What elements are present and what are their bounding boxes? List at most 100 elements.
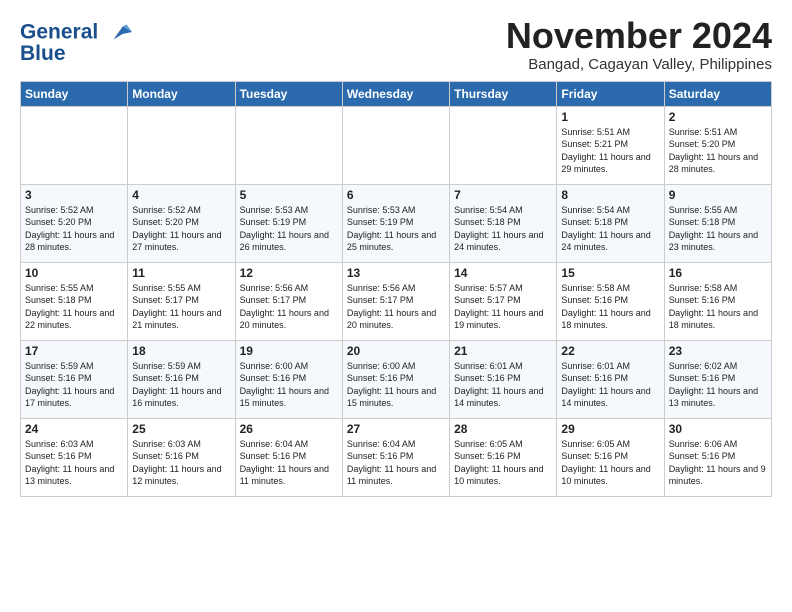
day-info: Sunrise: 5:58 AM Sunset: 5:16 PM Dayligh… [669,282,767,332]
week-row-3: 10Sunrise: 5:55 AM Sunset: 5:18 PM Dayli… [21,262,772,340]
day-cell: 4 Sunrise: 5:52 AM Sunset: 5:20 PM Daylig… [128,184,235,262]
day-cell: 25 Sunrise: 6:03 AM Sunset: 5:16 PM Dayli… [128,418,235,496]
day-info: Sunrise: 5:54 AM Sunset: 5:18 PM Dayligh… [561,204,659,254]
day-number: 21 [454,344,552,358]
calendar-body: 1 Sunrise: 5:51 AM Sunset: 5:21 PM Daylig… [21,106,772,496]
day-number: 28 [454,422,552,436]
day-cell: 2 Sunrise: 5:51 AM Sunset: 5:20 PM Daylig… [664,106,771,184]
col-sunday: Sunday [21,81,128,106]
day-info: Sunrise: 6:05 AM Sunset: 5:16 PM Dayligh… [454,438,552,488]
day-number: 23 [669,344,767,358]
day-cell: 5Sunrise: 5:53 AM Sunset: 5:19 PM Daylig… [235,184,342,262]
day-number: 18 [132,344,230,358]
day-info: Sunrise: 6:03 AM Sunset: 5:16 PM Dayligh… [132,438,230,488]
day-info: Sunrise: 5:51 AM Sunset: 5:21 PM Dayligh… [561,126,659,176]
day-info: Sunrise: 5:55 AM Sunset: 5:17 PM Dayligh… [132,282,230,332]
day-number: 26 [240,422,338,436]
logo: General Blue [20,20,134,66]
day-cell: 22 Sunrise: 6:01 AM Sunset: 5:16 PM Dayli… [557,340,664,418]
day-info: Sunrise: 5:59 AM Sunset: 5:16 PM Dayligh… [132,360,230,410]
day-info: Sunrise: 6:06 AM Sunset: 5:16 PM Dayligh… [669,438,767,488]
day-cell [342,106,449,184]
day-info: Sunrise: 5:52 AM Sunset: 5:20 PM Dayligh… [25,204,123,254]
day-info: Sunrise: 6:02 AM Sunset: 5:16 PM Dayligh… [669,360,767,410]
day-info: Sunrise: 6:01 AM Sunset: 5:16 PM Dayligh… [454,360,552,410]
day-info: Sunrise: 5:53 AM Sunset: 5:19 PM Dayligh… [347,204,445,254]
day-number: 2 [669,110,767,124]
day-info: Sunrise: 6:04 AM Sunset: 5:16 PM Dayligh… [240,438,338,488]
day-cell: 19 Sunrise: 6:00 AM Sunset: 5:16 PM Dayli… [235,340,342,418]
day-info: Sunrise: 6:03 AM Sunset: 5:16 PM Dayligh… [25,438,123,488]
day-number: 10 [25,266,123,280]
day-cell: 15 Sunrise: 5:58 AM Sunset: 5:16 PM Dayli… [557,262,664,340]
day-cell: 12 Sunrise: 5:56 AM Sunset: 5:17 PM Dayli… [235,262,342,340]
col-friday: Friday [557,81,664,106]
col-tuesday: Tuesday [235,81,342,106]
day-number: 8 [561,188,659,202]
day-number: 3 [25,188,123,202]
day-cell [450,106,557,184]
day-cell: 28 Sunrise: 6:05 AM Sunset: 5:16 PM Dayli… [450,418,557,496]
day-cell: 17 Sunrise: 5:59 AM Sunset: 5:16 PM Dayli… [21,340,128,418]
day-info: Sunrise: 5:52 AM Sunset: 5:20 PM Dayligh… [132,204,230,254]
day-cell: 10Sunrise: 5:55 AM Sunset: 5:18 PM Dayli… [21,262,128,340]
day-info: Sunrise: 5:53 AM Sunset: 5:19 PM Dayligh… [240,204,338,254]
day-cell: 8 Sunrise: 5:54 AM Sunset: 5:18 PM Daylig… [557,184,664,262]
day-cell: 21 Sunrise: 6:01 AM Sunset: 5:16 PM Dayli… [450,340,557,418]
title-block: November 2024 Bangad, Cagayan Valley, Ph… [506,16,772,73]
day-number: 17 [25,344,123,358]
day-info: Sunrise: 5:59 AM Sunset: 5:16 PM Dayligh… [25,360,123,410]
day-number: 6 [347,188,445,202]
day-number: 25 [132,422,230,436]
month-title: November 2024 [506,16,772,56]
day-cell: 30Sunrise: 6:06 AM Sunset: 5:16 PM Dayli… [664,418,771,496]
logo-bird-icon [106,18,134,46]
header: General Blue November 2024 Bangad, Cagay… [20,16,772,73]
day-number: 1 [561,110,659,124]
day-cell: 9Sunrise: 5:55 AM Sunset: 5:18 PM Daylig… [664,184,771,262]
day-cell: 7 Sunrise: 5:54 AM Sunset: 5:18 PM Daylig… [450,184,557,262]
day-number: 7 [454,188,552,202]
day-cell [128,106,235,184]
day-number: 4 [132,188,230,202]
day-info: Sunrise: 5:56 AM Sunset: 5:17 PM Dayligh… [240,282,338,332]
header-row: Sunday Monday Tuesday Wednesday Thursday… [21,81,772,106]
day-cell: 29Sunrise: 6:05 AM Sunset: 5:16 PM Dayli… [557,418,664,496]
day-cell: 14 Sunrise: 5:57 AM Sunset: 5:17 PM Dayli… [450,262,557,340]
page: General Blue November 2024 Bangad, Cagay… [0,0,792,507]
day-cell [235,106,342,184]
day-number: 9 [669,188,767,202]
day-cell [21,106,128,184]
col-monday: Monday [128,81,235,106]
day-info: Sunrise: 5:51 AM Sunset: 5:20 PM Dayligh… [669,126,767,176]
day-number: 22 [561,344,659,358]
day-info: Sunrise: 6:01 AM Sunset: 5:16 PM Dayligh… [561,360,659,410]
day-cell: 16Sunrise: 5:58 AM Sunset: 5:16 PM Dayli… [664,262,771,340]
week-row-5: 24Sunrise: 6:03 AM Sunset: 5:16 PM Dayli… [21,418,772,496]
col-wednesday: Wednesday [342,81,449,106]
week-row-1: 1 Sunrise: 5:51 AM Sunset: 5:21 PM Daylig… [21,106,772,184]
day-cell: 3 Sunrise: 5:52 AM Sunset: 5:20 PM Daylig… [21,184,128,262]
day-cell: 18 Sunrise: 5:59 AM Sunset: 5:16 PM Dayli… [128,340,235,418]
day-info: Sunrise: 5:58 AM Sunset: 5:16 PM Dayligh… [561,282,659,332]
col-saturday: Saturday [664,81,771,106]
day-number: 13 [347,266,445,280]
week-row-2: 3 Sunrise: 5:52 AM Sunset: 5:20 PM Daylig… [21,184,772,262]
day-info: Sunrise: 6:05 AM Sunset: 5:16 PM Dayligh… [561,438,659,488]
day-cell: 6 Sunrise: 5:53 AM Sunset: 5:19 PM Daylig… [342,184,449,262]
col-thursday: Thursday [450,81,557,106]
calendar-header: Sunday Monday Tuesday Wednesday Thursday… [21,81,772,106]
day-number: 15 [561,266,659,280]
day-cell: 11Sunrise: 5:55 AM Sunset: 5:17 PM Dayli… [128,262,235,340]
day-number: 12 [240,266,338,280]
day-info: Sunrise: 5:56 AM Sunset: 5:17 PM Dayligh… [347,282,445,332]
day-number: 14 [454,266,552,280]
day-info: Sunrise: 5:54 AM Sunset: 5:18 PM Dayligh… [454,204,552,254]
day-cell: 26 Sunrise: 6:04 AM Sunset: 5:16 PM Dayli… [235,418,342,496]
day-cell: 24Sunrise: 6:03 AM Sunset: 5:16 PM Dayli… [21,418,128,496]
day-info: Sunrise: 6:04 AM Sunset: 5:16 PM Dayligh… [347,438,445,488]
day-info: Sunrise: 6:00 AM Sunset: 5:16 PM Dayligh… [240,360,338,410]
day-number: 19 [240,344,338,358]
day-number: 20 [347,344,445,358]
day-info: Sunrise: 5:57 AM Sunset: 5:17 PM Dayligh… [454,282,552,332]
